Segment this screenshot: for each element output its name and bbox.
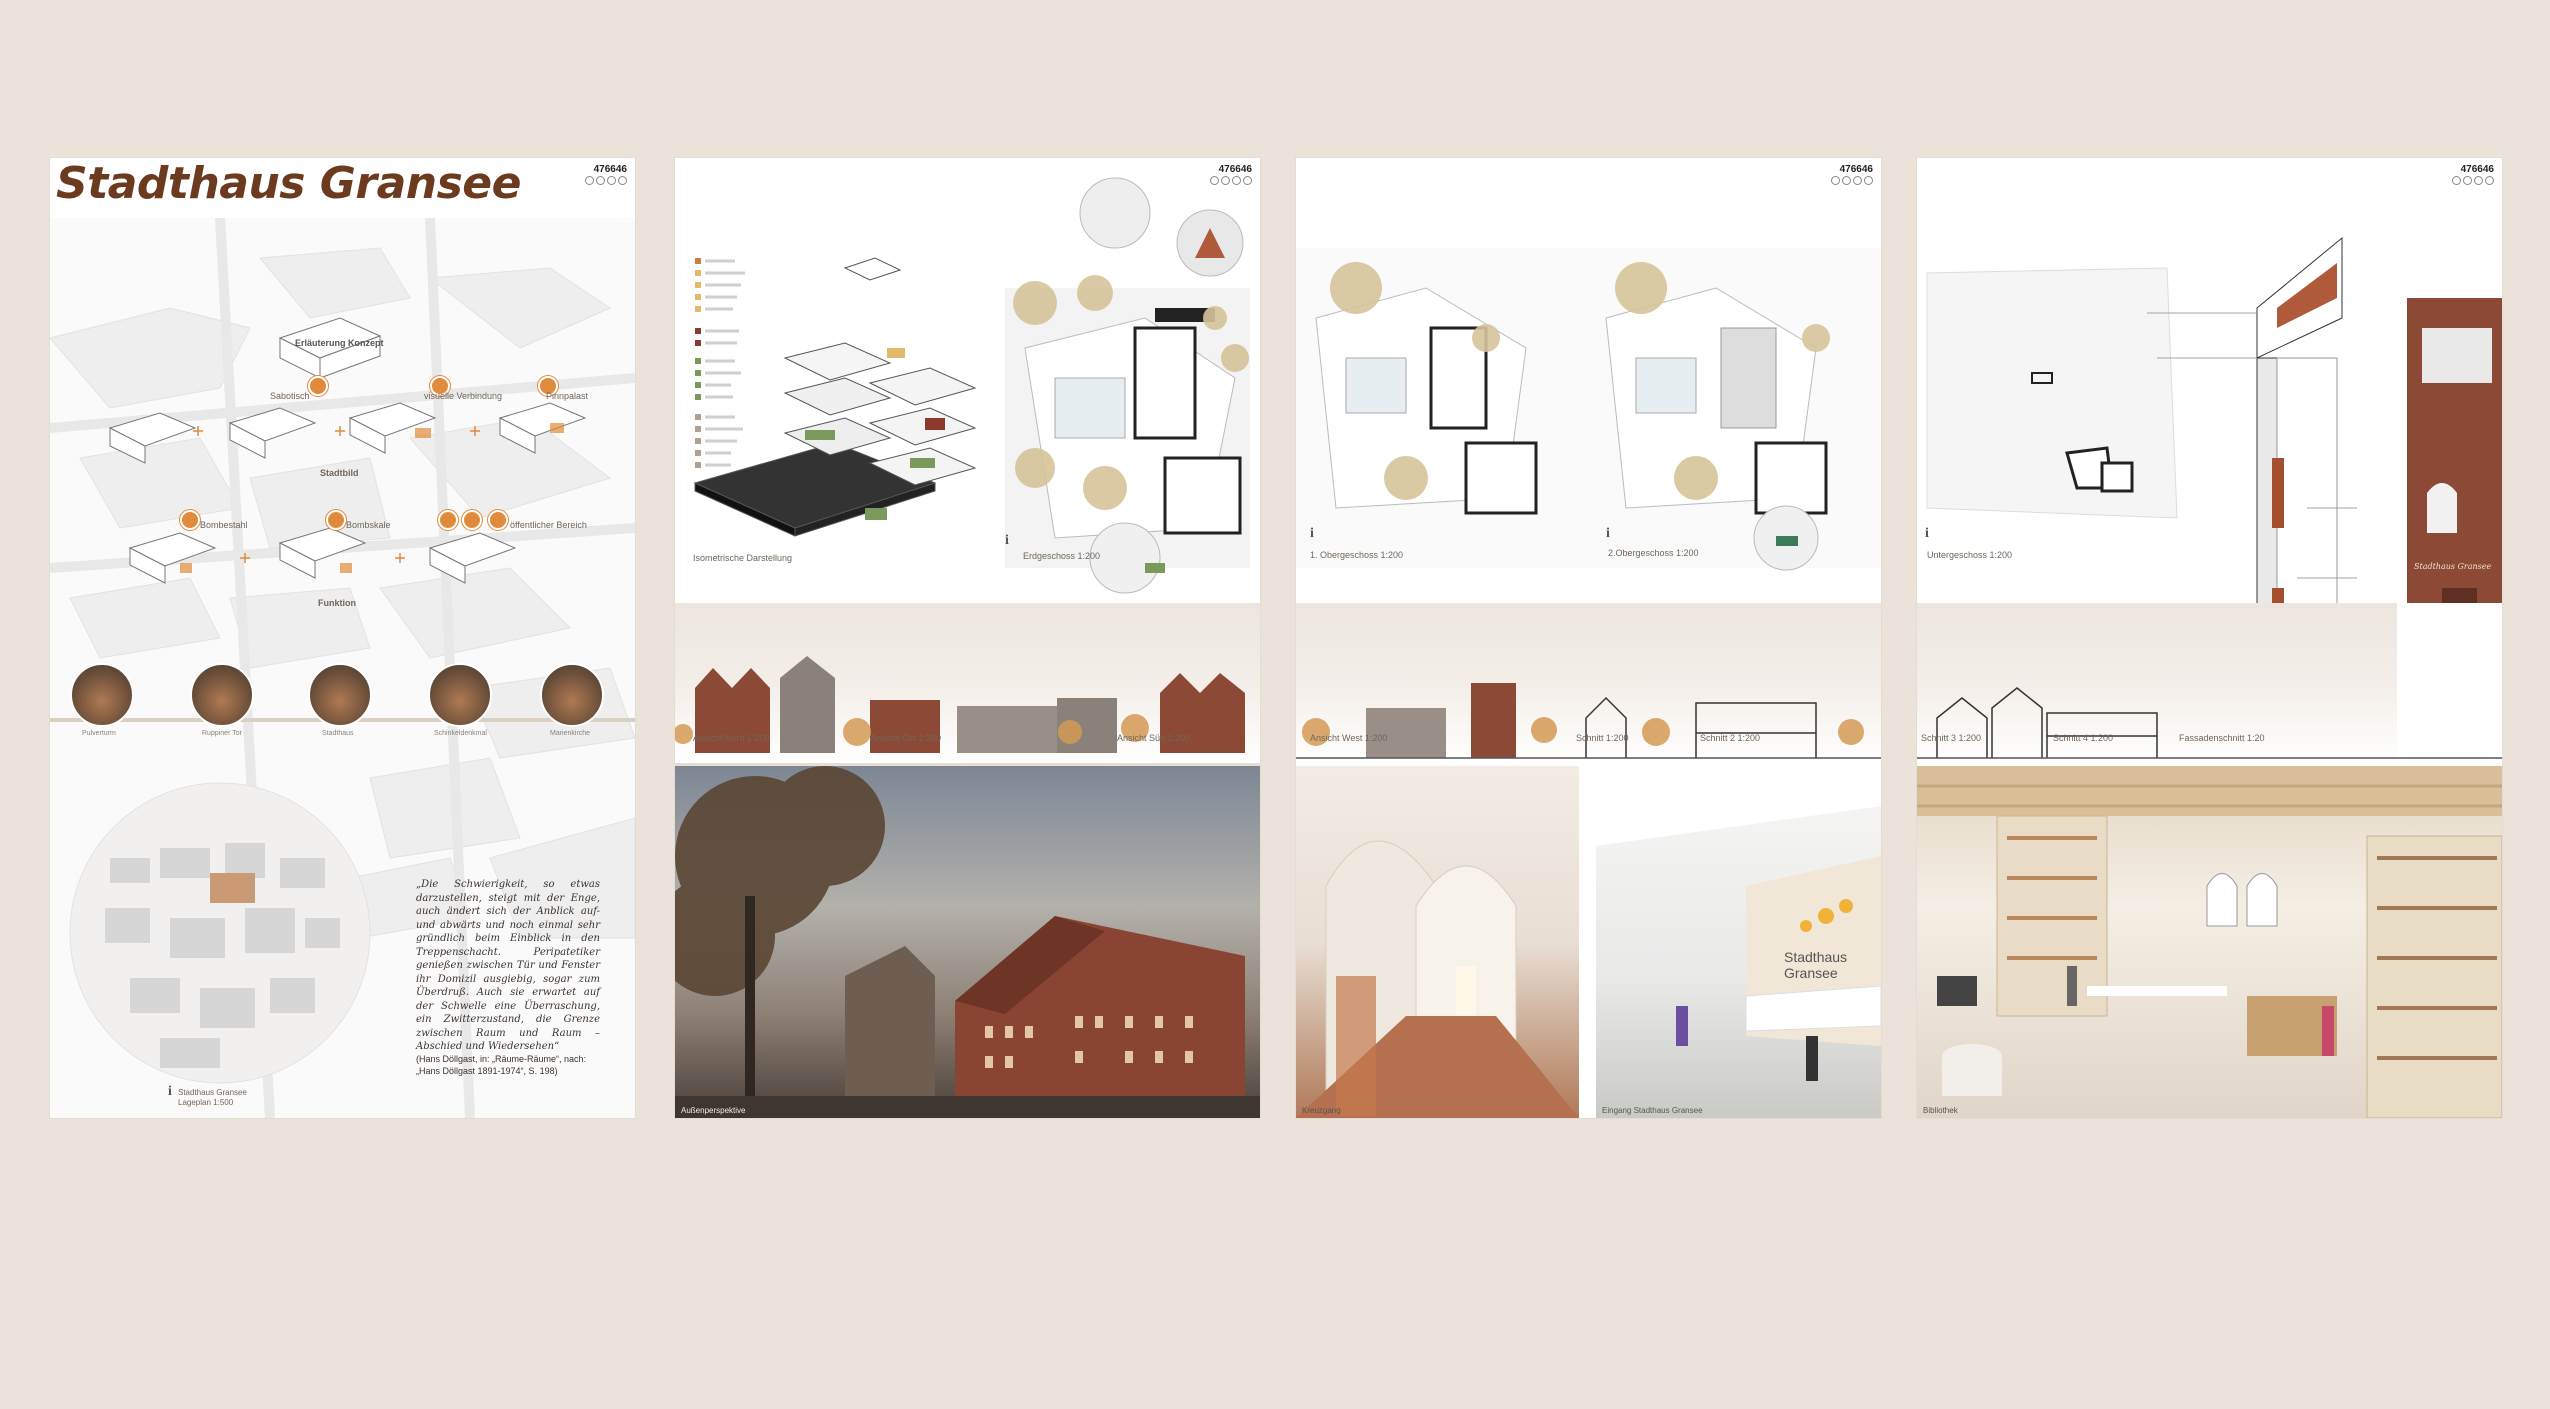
plan-label: Untergeschoss 1:200 xyxy=(1927,550,2013,560)
landmark-caption: Schinkeldenkmal xyxy=(434,730,487,737)
poster-panel-1: 476646 Stadthaus Gransee Erläuterung Kon… xyxy=(50,158,635,1118)
landmark-photo xyxy=(70,663,134,727)
concept-pin xyxy=(462,510,482,530)
concept-pin xyxy=(488,510,508,530)
elevation-label: Schnitt 1:200 xyxy=(1576,733,1629,743)
concept-label: Funktion xyxy=(318,598,356,608)
concept-pin xyxy=(180,510,200,530)
elevation-label: Schnitt 4 1:200 xyxy=(2053,733,2114,743)
exterior-render: Außenperspektive xyxy=(675,766,1260,1118)
info-icon: i xyxy=(1005,533,1009,548)
section-drawing xyxy=(1917,687,2502,759)
section-drawing xyxy=(1296,683,1881,759)
facade-sign: Stadthaus Gransee xyxy=(2414,562,2492,571)
elevation-label: Ansicht Ost 1:200 xyxy=(870,733,942,743)
cloister-render: Kreuzgang xyxy=(1296,766,1579,1118)
elevation-label: Fassadenschnitt 1:20 xyxy=(2179,733,2265,743)
info-icon: i xyxy=(168,1084,172,1099)
concept-label: Sabotisch xyxy=(270,391,310,401)
landmark-caption: Stadthaus xyxy=(322,730,354,737)
poster-panel-4: 476646 i Untergeschoss 1:200 Stadthaus G… xyxy=(1917,158,2502,1118)
basement-plan xyxy=(1926,236,2502,603)
landmark-caption: Pulverturm xyxy=(82,730,116,737)
concept-label: Stadtbild xyxy=(320,468,359,478)
landmark-photo xyxy=(540,663,604,727)
library-render: Bibliothek xyxy=(1917,766,2502,1118)
landmark-photo xyxy=(190,663,254,727)
concept-label: Pinnpalast xyxy=(546,391,589,401)
panel-dots xyxy=(585,176,627,185)
site-plan-caption: Stadthaus Gransee Lageplan 1:500 xyxy=(178,1088,247,1107)
render-caption: Bibliothek xyxy=(1923,1106,1958,1115)
poster-panel-2: 476646 Isometrische Darstellung i Erdges… xyxy=(675,158,1260,1118)
entrance-sign: Stadthaus Gransee xyxy=(1784,949,1848,981)
entrance-render: Stadthaus Gransee Eingang Stadthaus Grans… xyxy=(1596,766,1881,1118)
landmark-photo xyxy=(308,663,372,727)
quote-text: „Die Schwierigkeit, so etwas darzustelle… xyxy=(416,879,600,1052)
render-caption: Kreuzgang xyxy=(1302,1106,1341,1115)
floor-plan-drawings xyxy=(693,177,1250,594)
elevation-label: Ansicht West 1:200 xyxy=(1310,733,1388,743)
concept-label: Bombskale xyxy=(346,520,391,530)
elevation-label: Ansicht Nord 1:200 xyxy=(693,733,770,743)
plan-label: 1. Obergeschoss 1:200 xyxy=(1310,550,1404,560)
elevation-label: Schnitt 2 1:200 xyxy=(1700,733,1761,743)
info-icon: i xyxy=(1310,526,1314,541)
concept-pin xyxy=(308,376,328,396)
plan-label: Erdgeschoss 1:200 xyxy=(1023,551,1101,561)
upper-floor-plans xyxy=(1296,248,1881,571)
panel-id: 476646 xyxy=(593,164,627,175)
concept-pin xyxy=(326,510,346,530)
concept-pin xyxy=(438,510,458,530)
landmark-caption: Marienkirche xyxy=(550,730,591,737)
info-icon: i xyxy=(1606,526,1610,541)
render-caption: Eingang Stadthaus Gransee xyxy=(1602,1106,1703,1115)
poster-title: Stadthaus Gransee xyxy=(56,158,522,209)
landmark-caption: Ruppiner Tor xyxy=(202,730,242,737)
info-icon: i xyxy=(1925,526,1929,541)
landmark-photo xyxy=(428,663,492,727)
concept-label: öffentlicher Bereich xyxy=(510,520,587,530)
render-caption: Außenperspektive xyxy=(681,1106,746,1115)
isometric-label: Isometrische Darstellung xyxy=(693,553,793,563)
concept-label: visuelle Verbindung xyxy=(424,391,503,401)
quote-source: (Hans Döllgast, in: „Räume-Räume“, nach:… xyxy=(416,1054,587,1076)
plan-label: 2.Obergeschoss 1:200 xyxy=(1608,548,1699,558)
concept-label: Bombestahl xyxy=(200,520,248,530)
elevation-label: Schnitt 3 1:200 xyxy=(1921,733,1982,743)
poster-panel-3: 476646 i 1. Obergeschoss 1:200 i 2.Oberg… xyxy=(1296,158,1881,1118)
concept-heading: Erläuterung Konzept xyxy=(295,338,384,348)
elevation-label: Ansicht Süd 1:200 xyxy=(1117,733,1191,743)
